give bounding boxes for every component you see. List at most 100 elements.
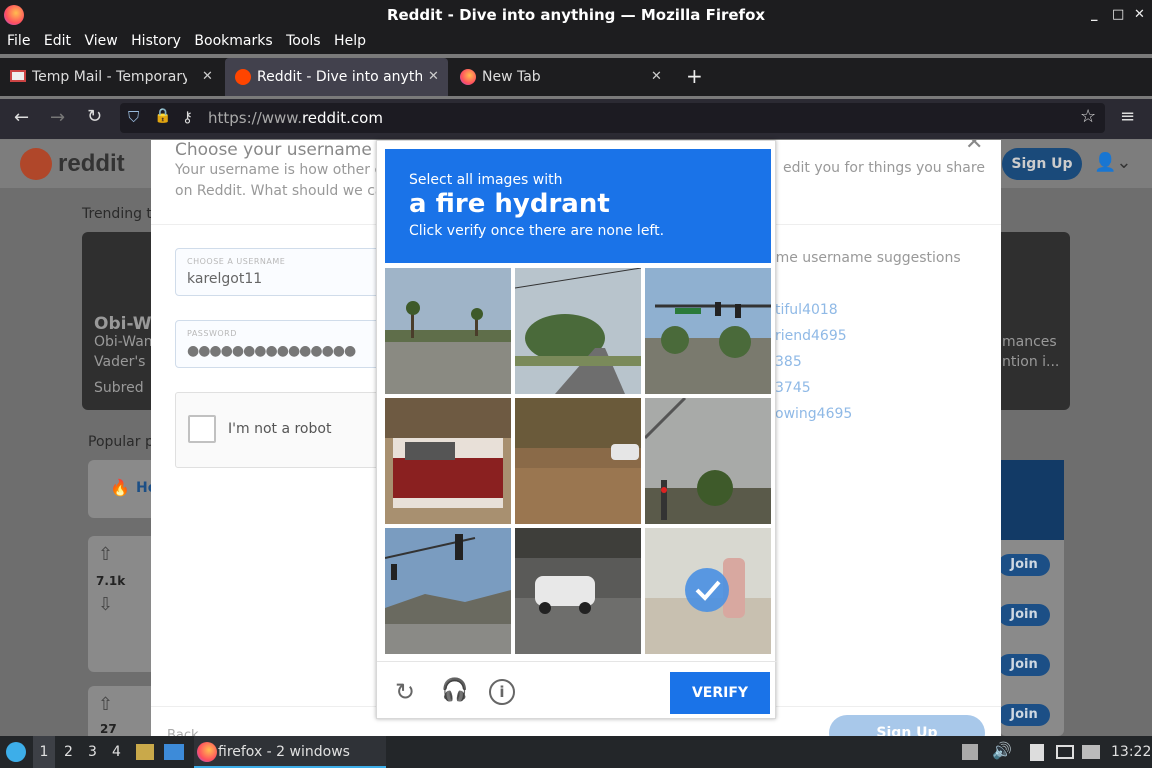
tab-reddit[interactable]: Reddit - Dive into anythin ✕ [225, 58, 448, 96]
captcha-tile[interactable] [515, 528, 641, 654]
maximize-button[interactable]: □ [1112, 7, 1124, 22]
tray-up-icon[interactable] [962, 744, 978, 760]
reload-challenge-icon[interactable]: ↻ [395, 678, 415, 706]
captcha-tile[interactable] [385, 268, 511, 394]
fire-hydrant-image [645, 528, 771, 654]
back-link[interactable]: Back [167, 728, 199, 736]
intersection-image [385, 528, 511, 654]
captcha-instructions: Select all images with a fire hydrant Cl… [385, 149, 771, 263]
close-tab-icon[interactable]: ✕ [428, 58, 439, 96]
upvote-icon[interactable]: ⇧ [98, 544, 113, 565]
menu-tools[interactable]: Tools [286, 30, 321, 52]
window-titlebar: Reddit - Dive into anything — Mozilla Fi… [0, 0, 1152, 30]
post-card[interactable]: ⇧ 7.1k ⇩ [88, 536, 158, 672]
shield-icon[interactable]: ⛉ [128, 108, 139, 126]
suggestion-link[interactable]: owing4695 [775, 406, 852, 422]
menu-bookmarks[interactable]: Bookmarks [194, 30, 272, 52]
forward-button[interactable]: → [50, 107, 65, 128]
tab-temp-mail[interactable]: Temp Mail - Temporary Em ✕ [0, 58, 222, 96]
header-signup-button[interactable]: Sign Up [1002, 148, 1082, 180]
display-icon[interactable] [1056, 745, 1074, 759]
username-field[interactable]: CHOOSE A USERNAME karelgot11 [175, 248, 385, 296]
captcha-tile[interactable] [645, 398, 771, 524]
join-button[interactable]: Join [998, 554, 1050, 576]
post-card[interactable]: ⇧ 27 [88, 686, 158, 736]
join-button[interactable]: Join [998, 654, 1050, 676]
key-icon[interactable]: ⚷ [182, 108, 193, 126]
clock: 13:22 [1111, 744, 1152, 760]
url-text[interactable]: https://www.reddit.com [208, 109, 383, 127]
audio-challenge-icon[interactable]: 🎧 [441, 678, 468, 703]
info-icon[interactable]: i [489, 679, 515, 705]
downvote-icon[interactable]: ⇩ [98, 594, 113, 615]
menu-help[interactable]: Help [334, 30, 366, 52]
signup-submit-button[interactable]: Sign Up [829, 715, 985, 736]
recaptcha-checkbox[interactable] [188, 415, 216, 443]
join-button[interactable]: Join [998, 604, 1050, 626]
trending-card-right2: ntion i... [1002, 354, 1060, 370]
captcha-tile[interactable] [515, 398, 641, 524]
app-launcher-icon[interactable] [6, 742, 26, 762]
tab-new-tab[interactable]: New Tab ✕ [450, 58, 672, 96]
home-filter[interactable]: 🔥 Ho [88, 460, 158, 518]
traffic-light-image [645, 268, 771, 394]
bookmark-star-icon[interactable]: ☆ [1080, 106, 1096, 127]
user-menu-icon[interactable]: 👤⌄ [1094, 152, 1132, 173]
workspace-4[interactable]: 4 [112, 736, 121, 768]
file-manager-icon[interactable] [136, 744, 154, 760]
password-field[interactable]: PASSWORD ●●●●●●●●●●●●●●● [175, 320, 385, 368]
captcha-tile-selected[interactable] [645, 528, 771, 654]
reddit-wordmark[interactable]: reddit [58, 150, 125, 178]
close-window-button[interactable]: ✕ [1134, 7, 1145, 22]
close-tab-icon[interactable]: ✕ [651, 58, 662, 96]
minimize-button[interactable]: _ [1091, 7, 1098, 22]
trending-heading: Trending to [82, 206, 161, 222]
workspace-2[interactable]: 2 [64, 736, 73, 768]
flame-icon: 🔥 [110, 478, 130, 497]
upvote-icon[interactable]: ⇧ [98, 694, 113, 715]
join-button[interactable]: Join [998, 704, 1050, 726]
menu-file[interactable]: File [7, 30, 30, 52]
back-button[interactable]: ← [14, 107, 29, 128]
workspace-3[interactable]: 3 [88, 736, 97, 768]
close-modal-icon[interactable]: ✕ [965, 140, 983, 155]
volume-icon[interactable]: 🔊 [992, 741, 1012, 760]
suggestion-link[interactable]: 3745 [775, 380, 811, 396]
popular-heading: Popular p [88, 434, 154, 450]
url-bar[interactable]: ⛉ 🔒 ⚷ https://www.reddit.com [120, 103, 1105, 133]
food-truck-image [385, 398, 511, 524]
workspace-1[interactable]: 1 [33, 736, 55, 768]
verify-button[interactable]: VERIFY [670, 672, 770, 714]
taskbar-firefox[interactable]: firefox - 2 windows [194, 736, 386, 768]
hamburger-menu-icon[interactable]: ≡ [1120, 106, 1135, 127]
modal-subtitle-right: edit you for things you share [783, 160, 985, 176]
close-tab-icon[interactable]: ✕ [202, 58, 213, 96]
suggestion-link[interactable]: 385 [775, 354, 802, 370]
firefox-icon [197, 742, 217, 762]
show-desktop-icon[interactable] [164, 744, 184, 760]
captcha-tile[interactable] [645, 268, 771, 394]
suggestion-link[interactable]: tiful4018 [775, 302, 838, 318]
captcha-tile[interactable] [385, 398, 511, 524]
suggestions-heading: ome username suggestions [767, 250, 961, 266]
menu-history[interactable]: History [131, 30, 181, 52]
road-scene-image [515, 268, 641, 394]
window-title: Reddit - Dive into anything — Mozilla Fi… [386, 6, 766, 24]
subreddit-label: Subred [94, 380, 144, 396]
trending-card-sub1: Obi-Wan [94, 334, 153, 350]
captcha-tile[interactable] [515, 268, 641, 394]
tab-bar: Temp Mail - Temporary Em ✕ Reddit - Dive… [0, 58, 1152, 96]
menu-edit[interactable]: Edit [44, 30, 71, 52]
network-icon[interactable] [1082, 745, 1100, 759]
reload-button[interactable]: ↻ [87, 106, 102, 127]
vote-count: 7.1k [96, 574, 126, 588]
clipboard-icon[interactable] [1030, 744, 1044, 761]
new-tab-button[interactable]: + [686, 64, 703, 88]
modal-title: Choose your username [175, 140, 372, 160]
recaptcha-label: I'm not a robot [228, 421, 332, 437]
suggestion-link[interactable]: riend4695 [775, 328, 847, 344]
lock-icon[interactable]: 🔒 [154, 108, 171, 124]
menu-view[interactable]: View [84, 30, 117, 52]
captcha-tile[interactable] [385, 528, 511, 654]
reddit-logo-icon[interactable] [20, 148, 52, 180]
